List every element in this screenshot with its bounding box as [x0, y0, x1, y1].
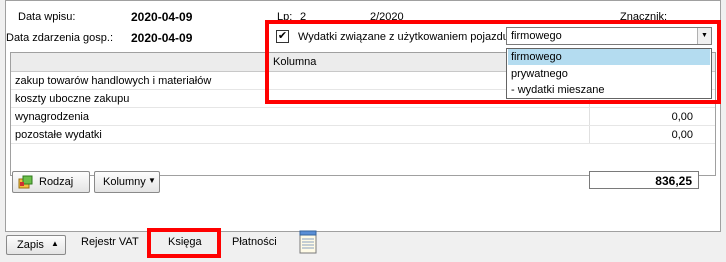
event-date-label: Data zdarzenia gosp.:: [6, 32, 114, 44]
row-name: koszty uboczne zakupu: [15, 93, 130, 105]
tab-platnosci[interactable]: Płatności: [232, 236, 277, 248]
highlight-frame-vehicle: [265, 20, 721, 104]
row-name: wynagrodzenia: [15, 111, 89, 123]
total-amount: 836,25: [655, 174, 692, 188]
column-divider: [589, 108, 590, 125]
row-name: zakup towarów handlowych i materiałów: [15, 75, 212, 87]
bottom-tab-bar: Zapis ▲ Rejestr VAT Księga Płatności: [0, 228, 726, 262]
rodzaj-label: Rodzaj: [39, 176, 74, 188]
kolumny-button[interactable]: Kolumny ▼: [94, 171, 160, 193]
tab-rejestr-vat[interactable]: Rejestr VAT: [81, 236, 139, 248]
column-divider: [589, 126, 590, 143]
highlight-frame-ksiega: [147, 228, 221, 258]
table-row[interactable]: pozostałe wydatki 0,00: [11, 126, 715, 144]
zapis-button[interactable]: Zapis ▲: [6, 235, 66, 255]
entry-date-label: Data wpisu:: [18, 11, 76, 23]
total-amount-field: 836,25: [589, 171, 699, 189]
document-type-icon: [18, 175, 33, 189]
kolumny-label: Kolumny: [103, 176, 146, 188]
row-amount: 0,00: [671, 129, 693, 141]
caret-up-icon: ▲: [51, 239, 59, 248]
rodzaj-button[interactable]: Rodzaj: [12, 171, 90, 193]
table-row[interactable]: wynagrodzenia 0,00: [11, 108, 715, 126]
event-date-value[interactable]: 2020-04-09: [131, 31, 192, 45]
row-name: pozostałe wydatki: [15, 129, 102, 141]
notepad-icon[interactable]: [299, 230, 317, 254]
zapis-label: Zapis: [17, 239, 44, 251]
entry-date-value[interactable]: 2020-04-09: [131, 10, 192, 24]
caret-down-icon: ▼: [148, 176, 156, 185]
row-amount: 0,00: [671, 111, 693, 123]
